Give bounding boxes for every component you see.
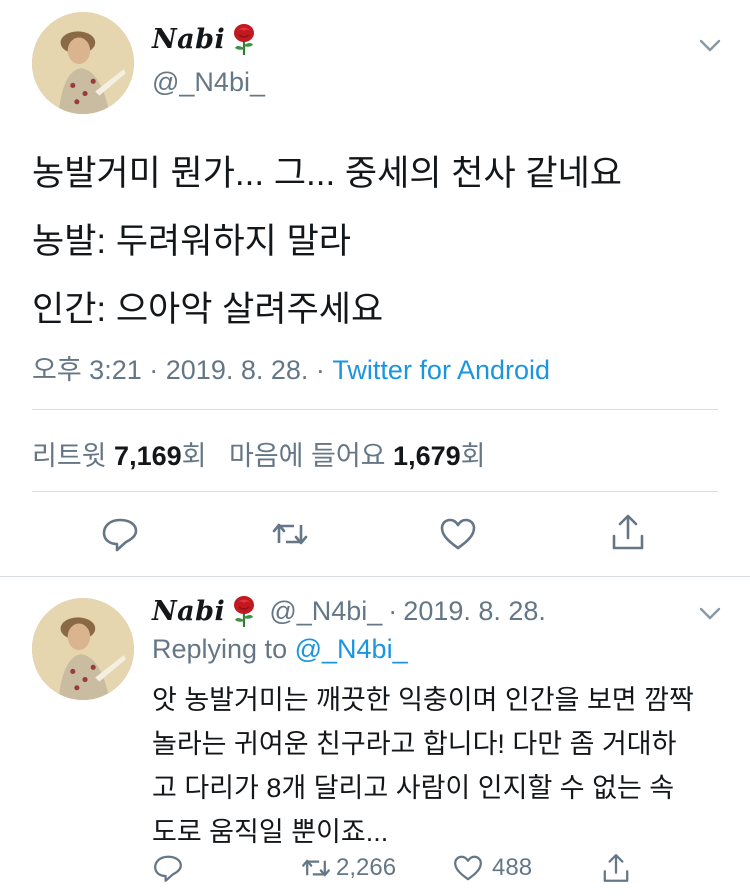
tweet-text-line: 놀라는 귀여운 친구라고 합니다! 다만 좀 거대하 xyxy=(152,729,677,759)
rose-icon xyxy=(229,594,259,628)
reply-author-row[interactable]: Nabi @_N4bi_ · 2019. 8. 28. xyxy=(152,594,546,628)
share-button[interactable] xyxy=(608,512,648,552)
replying-to-handle[interactable]: @_N4bi_ xyxy=(295,634,408,664)
tweet-source-link[interactable]: Twitter for Android xyxy=(332,355,550,385)
share-icon xyxy=(612,514,644,550)
author-handle[interactable]: @_N4bi_ xyxy=(269,596,382,627)
avatar[interactable] xyxy=(32,12,134,114)
thread-divider xyxy=(0,576,750,577)
count-suffix: 회 xyxy=(181,441,207,471)
retweet-button[interactable] xyxy=(270,514,310,554)
like-count: 488 xyxy=(492,854,533,881)
heart-icon xyxy=(454,855,482,881)
tweet-stats: 리트윗 7,169회 마음에 들어요 1,679회 xyxy=(32,434,485,473)
author-handle[interactable]: @_N4bi_ xyxy=(152,67,265,98)
tweet-time[interactable]: 오후 3:21 xyxy=(32,355,142,385)
reply-icon xyxy=(102,518,138,552)
author-name-row[interactable]: Nabi xyxy=(152,22,259,56)
share-button[interactable] xyxy=(600,852,632,884)
retweets-stat[interactable]: 리트윗 7,169회 xyxy=(32,441,206,471)
tweet-text-line: 인간: 으아악 살려주세요 xyxy=(32,290,384,329)
chevron-down-icon[interactable] xyxy=(697,600,723,626)
replying-to-label: Replying to xyxy=(152,634,288,664)
retweet-icon xyxy=(272,523,308,545)
reply-icon xyxy=(154,855,182,882)
like-button[interactable]: 488 xyxy=(452,852,532,884)
retweet-icon xyxy=(302,859,330,877)
heart-icon xyxy=(440,518,476,550)
divider xyxy=(32,409,718,410)
display-name[interactable]: Nabi xyxy=(152,24,225,55)
like-button[interactable] xyxy=(438,514,478,554)
separator: · xyxy=(149,355,159,385)
share-icon xyxy=(603,854,629,882)
tweet-text-line: 농발거미 뭔가... 그... 중세의 천사 같네요 xyxy=(32,154,622,193)
chevron-down-icon[interactable] xyxy=(697,32,723,58)
tweet-text-line: 고 다리가 8개 달리고 사람이 인지할 수 없는 속 xyxy=(152,773,675,803)
avatar[interactable] xyxy=(32,598,134,700)
separator: · xyxy=(315,355,325,385)
retweets-count: 7,169 xyxy=(114,441,182,471)
reply-button[interactable] xyxy=(152,852,184,884)
retweet-button[interactable]: 2,266 xyxy=(300,852,396,884)
display-name[interactable]: Nabi xyxy=(152,596,225,627)
rose-icon xyxy=(229,22,259,56)
divider xyxy=(32,491,718,492)
tweet-date[interactable]: 2019. 8. 28. xyxy=(166,355,309,385)
retweet-count: 2,266 xyxy=(336,854,397,881)
separator: · xyxy=(388,595,398,626)
likes-stat[interactable]: 마음에 들어요 1,679회 xyxy=(229,441,485,471)
tweet-text: 농발거미 뭔가... 그... 중세의 천사 같네요 농발: 두려워하지 말라 … xyxy=(32,140,622,344)
tweet-date[interactable]: 2019. 8. 28. xyxy=(403,596,546,627)
tweet-text-line: 농발: 두려워하지 말라 xyxy=(32,222,351,261)
likes-label: 마음에 들어요 xyxy=(228,441,386,471)
replying-to: Replying to @_N4bi_ xyxy=(152,634,408,665)
tweet-text-line: 도로 움직일 뿐이죠... xyxy=(152,817,389,847)
count-suffix: 회 xyxy=(460,441,486,471)
tweet-metadata: 오후 3:21 · 2019. 8. 28. · Twitter for And… xyxy=(32,348,550,387)
avatar-portrait-image xyxy=(32,12,134,114)
tweet-text-line: 앗 농발거미는 깨끗한 익충이며 인간을 보면 깜짝 xyxy=(152,685,694,715)
reply-button[interactable] xyxy=(100,514,140,554)
retweets-label: 리트윗 xyxy=(32,441,107,471)
reply-tweet-text: 앗 농발거미는 깨끗한 익충이며 인간을 보면 깜짝 놀라는 귀여운 친구라고 … xyxy=(152,678,722,854)
likes-count: 1,679 xyxy=(393,441,461,471)
avatar-portrait-image xyxy=(32,598,134,700)
